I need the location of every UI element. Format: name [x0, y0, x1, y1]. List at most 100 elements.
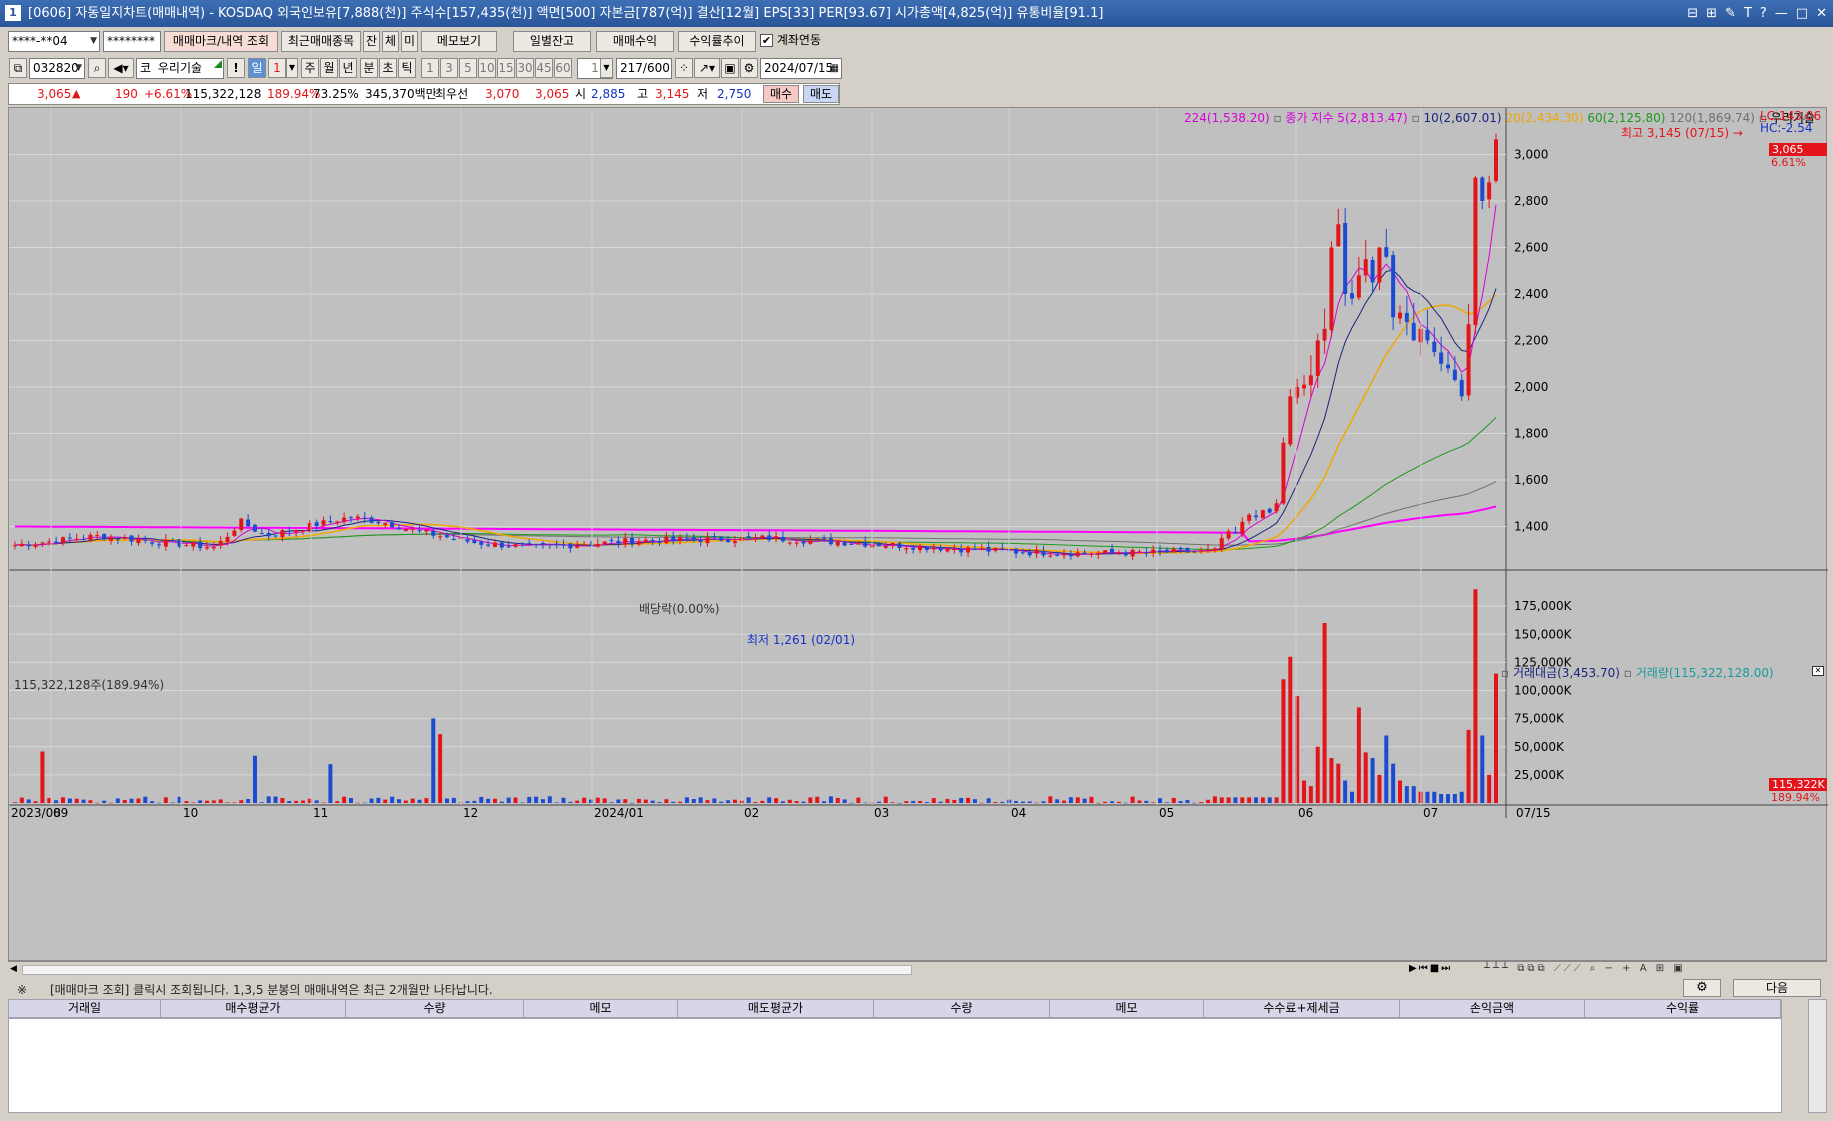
account-select[interactable]: ****-**04 ▼	[8, 31, 100, 52]
pane-close-icon[interactable]: ✕	[1812, 666, 1824, 676]
volume-bar	[712, 798, 717, 803]
sell-button[interactable]: 매도	[803, 85, 839, 103]
scroll-thumb[interactable]	[22, 965, 912, 975]
col-buy-memo[interactable]: 메모	[524, 1000, 678, 1017]
checkbox-check-icon[interactable]: ✔	[760, 34, 773, 47]
scroll-left-icon[interactable]: ◀	[10, 964, 17, 974]
minimize-icon[interactable]: —	[1775, 0, 1788, 27]
col-sell-qty[interactable]: 수량	[874, 1000, 1050, 1017]
stock-name-field[interactable]: 코 우리기술	[136, 58, 224, 79]
buy-button[interactable]: 매수	[763, 85, 799, 103]
minute-1-button[interactable]: 1	[421, 58, 439, 78]
col-fee-tax[interactable]: 수수료+제세금	[1204, 1000, 1400, 1017]
candle-body	[342, 517, 347, 522]
data-count-field[interactable]: 217/600	[616, 58, 672, 79]
trade-profit-button[interactable]: 매매수익	[596, 31, 674, 52]
zoom-icon[interactable]: ⌕	[1590, 963, 1599, 974]
trade-mark-query-button[interactable]: 매매마크/내역 조회	[164, 31, 278, 52]
col-buy-qty[interactable]: 수량	[346, 1000, 524, 1017]
zoom-out-icon[interactable]: −	[1605, 963, 1616, 974]
font-icon[interactable]: T	[1744, 0, 1752, 27]
grid-icon[interactable]: ⊞	[1656, 963, 1667, 974]
chart-scrollbar[interactable]: ◀ ▶⏮■⏭ ┴┴┴ ⧉⧉⧉ ⟋⟋⟋ ⌕ − + A ⊞ ▣	[8, 961, 1827, 977]
window-tile-icon[interactable]: ⊞	[1706, 0, 1717, 27]
chart-area[interactable]: 3,000 2,800 2,600 2,400 2,200 2,000 1,800 1,600…	[8, 107, 1828, 962]
stop-icon[interactable]: ■	[1430, 963, 1441, 974]
close-icon[interactable]: ✕	[1816, 0, 1827, 27]
minute-30-button[interactable]: 30	[516, 58, 534, 78]
window-layout-icon[interactable]: ⊟	[1687, 0, 1698, 27]
save-icon[interactable]: ▣	[721, 58, 739, 78]
minute-10-button[interactable]: 10	[478, 58, 496, 78]
minute-15-button[interactable]: 15	[497, 58, 515, 78]
trend-tool-icon[interactable]: ↗▾	[694, 58, 720, 78]
price-volume-chart[interactable]: 3,000 2,800 2,600 2,400 2,200 2,000 1,800 1,600…	[9, 108, 1828, 962]
app-icon: 1	[5, 5, 21, 21]
volume-bar	[1281, 679, 1286, 803]
calendar-icon[interactable]: ▦	[830, 59, 839, 78]
pin-icon[interactable]: ✎	[1725, 0, 1736, 27]
period-tick-button[interactable]: 틱	[398, 58, 416, 78]
fast-forward-icon[interactable]: ⏭	[1441, 963, 1452, 974]
period-second-button[interactable]: 초	[379, 58, 397, 78]
link-account-checkbox[interactable]: ✔ 계좌연동	[760, 31, 821, 52]
period-year-button[interactable]: 년	[339, 58, 357, 78]
ruler-icon[interactable]: ┴┴┴	[1484, 963, 1511, 974]
maximize-icon[interactable]: □	[1796, 0, 1808, 27]
recent-trades-button[interactable]: 최근매매종목	[281, 31, 361, 52]
period-month-button[interactable]: 월	[320, 58, 338, 78]
profit-trend-button[interactable]: 수익률추이	[678, 31, 756, 52]
col-sell-avg[interactable]: 매도평균가	[678, 1000, 874, 1017]
grid-vertical-scrollbar[interactable]	[1808, 999, 1827, 1113]
zoom-in-icon[interactable]: +	[1622, 963, 1633, 974]
col-buy-avg[interactable]: 매수평균가	[161, 1000, 346, 1017]
candle-body	[1123, 552, 1128, 556]
drawing-tools[interactable]: ┴┴┴ ⧉⧉⧉ ⟋⟋⟋ ⌕ − + A ⊞ ▣	[1484, 963, 1686, 974]
camera-icon[interactable]: ▣	[1673, 963, 1685, 974]
volume-bar	[143, 796, 148, 803]
trade-grid-body[interactable]	[8, 1018, 1782, 1113]
draw-icon[interactable]: ⟋⟋⟋	[1554, 963, 1584, 974]
settings-gear-icon[interactable]: ⚙	[1683, 979, 1721, 997]
gear-icon[interactable]: ⚙	[740, 58, 758, 78]
next-button[interactable]: 다음	[1733, 979, 1821, 997]
speaker-icon[interactable]: ◀▾	[108, 58, 134, 78]
text-icon[interactable]: A	[1640, 963, 1650, 974]
crosshair-icon[interactable]: ⁘	[675, 58, 693, 78]
volume-bar	[1274, 797, 1279, 803]
tile-icon[interactable]: ⧉⧉⧉	[1517, 963, 1547, 974]
period-week-button[interactable]: 주	[301, 58, 319, 78]
scroll-right-icon[interactable]: ▶	[1409, 963, 1419, 974]
unfilled-button[interactable]: 미	[401, 31, 418, 52]
col-trade-date[interactable]: 거래일	[9, 1000, 161, 1017]
col-sell-memo[interactable]: 메모	[1050, 1000, 1204, 1017]
col-profit-rate[interactable]: 수익률	[1585, 1000, 1781, 1017]
search-icon[interactable]: ⌕	[88, 58, 106, 78]
executed-button[interactable]: 체	[382, 31, 399, 52]
period-day-button[interactable]: 일	[248, 58, 266, 78]
daily-balance-button[interactable]: 일별잔고	[513, 31, 591, 52]
minute-60-button[interactable]: 60	[554, 58, 572, 78]
chevron-down-icon[interactable]: ▼	[90, 32, 97, 51]
balance-button[interactable]: 잔	[363, 31, 380, 52]
period-multiplier[interactable]: 1	[268, 58, 286, 78]
minute-3-button[interactable]: 3	[440, 58, 458, 78]
minute-5-button[interactable]: 5	[459, 58, 477, 78]
chevron-down-icon[interactable]: ▼	[75, 59, 82, 78]
memo-view-button[interactable]: 메모보기	[421, 31, 497, 52]
alert-button[interactable]: !	[227, 58, 245, 78]
password-field[interactable]: ********	[103, 31, 161, 52]
rewind-icon[interactable]: ⏮	[1419, 963, 1430, 974]
screen-link-icon[interactable]: ⧉	[9, 58, 27, 78]
chart-nav-tools[interactable]: ▶⏮■⏭	[1409, 963, 1452, 974]
candle-body	[451, 538, 456, 540]
minute-45-button[interactable]: 45	[535, 58, 553, 78]
chevron-down-icon[interactable]: ▼	[600, 58, 613, 78]
col-profit-amount[interactable]: 손익금액	[1400, 1000, 1585, 1017]
chevron-down-icon[interactable]: ▼	[286, 58, 298, 78]
period-minute-button[interactable]: 분	[360, 58, 378, 78]
candle-body	[554, 543, 559, 545]
help-icon[interactable]: ?	[1760, 0, 1767, 27]
date-picker[interactable]: 2024/07/15 ▦	[760, 58, 842, 79]
volume-bar	[671, 801, 676, 803]
